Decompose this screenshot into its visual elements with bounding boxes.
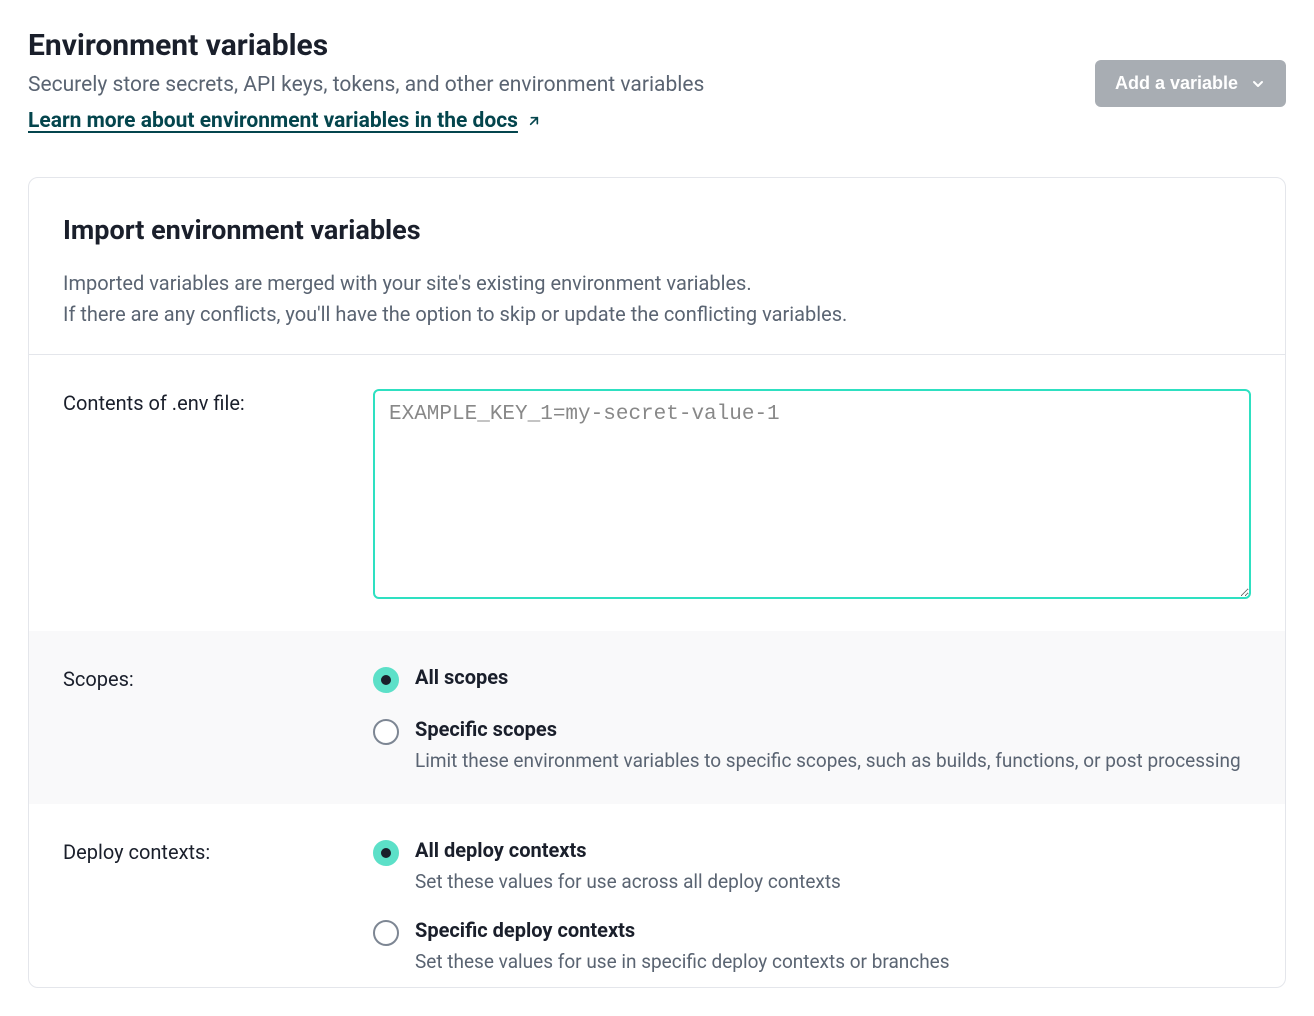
radio-label: All deploy contexts: [415, 838, 1251, 862]
deploy-contexts-section: Deploy contexts: All deploy contexts Set…: [29, 804, 1285, 987]
radio-desc: Limit these environment variables to spe…: [415, 747, 1251, 776]
card-header: Import environment variables Imported va…: [29, 178, 1285, 355]
radio-desc: Set these values for use across all depl…: [415, 868, 1251, 897]
radio-all-scopes[interactable]: All scopes: [373, 665, 1251, 695]
radio-icon: [373, 719, 399, 745]
docs-link-text: Learn more about environment variables i…: [28, 109, 518, 133]
radio-specific-deploy[interactable]: Specific deploy contexts Set these value…: [373, 918, 1251, 977]
radio-icon: [373, 920, 399, 946]
deploy-control: All deploy contexts Set these values for…: [373, 838, 1251, 977]
env-file-section: Contents of .env file:: [29, 355, 1285, 631]
card-desc-line2: If there are any conflicts, you'll have …: [63, 299, 1251, 330]
env-file-label: Contents of .env file:: [63, 389, 343, 603]
radio-content: Specific scopes Limit these environment …: [415, 717, 1251, 776]
card-desc-line1: Imported variables are merged with your …: [63, 268, 1251, 299]
radio-icon: [373, 840, 399, 866]
chevron-down-icon: [1250, 76, 1266, 92]
card-description: Imported variables are merged with your …: [63, 268, 1251, 330]
page-title: Environment variables: [28, 28, 1095, 63]
deploy-radio-group: All deploy contexts Set these values for…: [373, 838, 1251, 977]
radio-specific-scopes[interactable]: Specific scopes Limit these environment …: [373, 717, 1251, 776]
scopes-control: All scopes Specific scopes Limit these e…: [373, 665, 1251, 776]
page-subtitle: Securely store secrets, API keys, tokens…: [28, 73, 1095, 97]
radio-content: All deploy contexts Set these values for…: [415, 838, 1251, 897]
card-title: Import environment variables: [63, 214, 1251, 246]
radio-icon: [373, 667, 399, 693]
scopes-section: Scopes: All scopes Specific scopes Limit…: [29, 631, 1285, 804]
env-file-textarea[interactable]: [373, 389, 1251, 599]
radio-all-deploy[interactable]: All deploy contexts Set these values for…: [373, 838, 1251, 897]
page-header: Environment variables Securely store sec…: [28, 28, 1286, 133]
radio-label: All scopes: [415, 665, 1251, 689]
scopes-label: Scopes:: [63, 665, 343, 776]
header-left: Environment variables Securely store sec…: [28, 28, 1095, 133]
import-card: Import environment variables Imported va…: [28, 177, 1286, 988]
external-link-icon: [526, 113, 542, 129]
radio-label: Specific deploy contexts: [415, 918, 1251, 942]
docs-link[interactable]: Learn more about environment variables i…: [28, 109, 542, 133]
add-variable-label: Add a variable: [1115, 73, 1238, 94]
scopes-radio-group: All scopes Specific scopes Limit these e…: [373, 665, 1251, 776]
deploy-label: Deploy contexts:: [63, 838, 343, 977]
add-variable-button[interactable]: Add a variable: [1095, 60, 1286, 107]
radio-desc: Set these values for use in specific dep…: [415, 948, 1251, 977]
radio-label: Specific scopes: [415, 717, 1251, 741]
radio-content: Specific deploy contexts Set these value…: [415, 918, 1251, 977]
env-file-control: [373, 389, 1251, 603]
radio-content: All scopes: [415, 665, 1251, 695]
